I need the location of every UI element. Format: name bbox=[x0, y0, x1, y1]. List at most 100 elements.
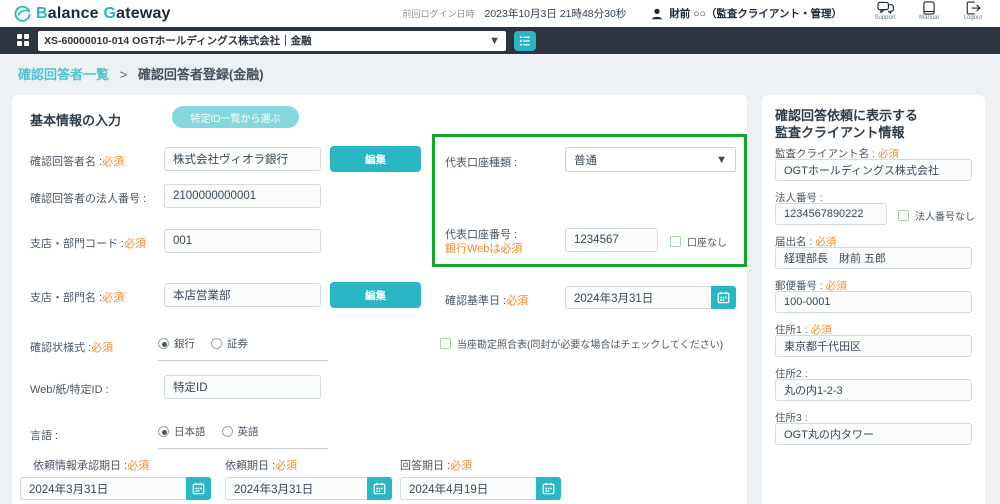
radio-icon bbox=[158, 338, 169, 349]
no-account-checkbox-label: 口座なし bbox=[687, 234, 727, 249]
request-due-label: 依頼期日 :必須 bbox=[225, 457, 297, 473]
account-number-note: 銀行Webは必須 bbox=[445, 240, 522, 256]
web-paper-id-input[interactable] bbox=[164, 375, 321, 399]
breadcrumb-separator: > bbox=[120, 67, 128, 82]
language-radio-group: 日本語 英語 bbox=[158, 424, 328, 449]
branch-code-label: 支店・部門コード :必須 bbox=[30, 235, 146, 251]
radio-option-bank[interactable]: 銀行 bbox=[158, 336, 195, 351]
answer-due-calendar-button[interactable] bbox=[536, 477, 561, 500]
checking-statement-checkbox[interactable] bbox=[440, 338, 451, 349]
chevron-down-icon: ▼ bbox=[716, 154, 727, 166]
address2-input[interactable] bbox=[775, 379, 972, 401]
no-corporate-number-checkbox-label: 法人番号なし bbox=[915, 208, 975, 223]
chevron-down-icon: ▼ bbox=[489, 35, 500, 47]
address3-input[interactable] bbox=[775, 423, 972, 445]
last-login-value: 2023年10月3日 21時48分30秒 bbox=[484, 6, 626, 21]
calendar-icon bbox=[542, 482, 555, 495]
support-label: Support bbox=[874, 15, 895, 21]
approval-due-calendar-button[interactable] bbox=[186, 477, 211, 500]
respondent-name-label: 確認回答者名 :必須 bbox=[30, 153, 124, 169]
postal-code-input[interactable] bbox=[775, 291, 972, 313]
request-due-group: 2024年3月31日 bbox=[225, 477, 392, 500]
current-user: 財前 ○○（監査クライアント・管理） bbox=[650, 6, 842, 21]
account-type-select[interactable]: 普通 ▼ bbox=[565, 147, 736, 172]
engagement-bar: XS-60000010-014 OGTホールディングス株式会社｜金融 ▼ bbox=[0, 27, 1000, 54]
web-paper-id-label: Web/紙/特定ID : bbox=[30, 381, 109, 397]
account-type-label: 代表口座種類 : bbox=[445, 154, 517, 170]
calendar-icon bbox=[717, 291, 730, 304]
engagement-select[interactable]: XS-60000010-014 OGTホールディングス株式会社｜金融 ▼ bbox=[38, 31, 506, 51]
branch-name-label: 支店・部門名 :必須 bbox=[30, 289, 124, 305]
branch-name-input[interactable] bbox=[164, 283, 321, 307]
no-account-checkbox[interactable] bbox=[670, 236, 681, 247]
apps-grid-icon[interactable] bbox=[17, 34, 30, 47]
respondent-corporate-number-input[interactable] bbox=[164, 184, 321, 208]
radio-icon bbox=[211, 338, 222, 349]
base-date-group: 2024年3月31日 bbox=[565, 286, 736, 309]
pick-specific-id-button[interactable]: 特定ID一覧から選ぶ bbox=[172, 106, 299, 128]
logout-icon bbox=[966, 1, 981, 15]
radio-option-english[interactable]: 英語 bbox=[222, 424, 259, 439]
brand: Balance Gateway bbox=[14, 5, 171, 23]
calendar-icon bbox=[373, 482, 386, 495]
last-login-label: 前回ログイン日時 bbox=[402, 7, 474, 20]
no-corporate-number-checkbox[interactable] bbox=[898, 210, 909, 221]
manual-button[interactable]: Manual bbox=[912, 1, 946, 27]
radio-option-japanese[interactable]: 日本語 bbox=[158, 424, 206, 439]
request-due-input[interactable]: 2024年3月31日 bbox=[225, 477, 367, 500]
list-icon bbox=[519, 35, 531, 47]
address1-input[interactable] bbox=[775, 335, 972, 357]
engagement-selected-value: XS-60000010-014 OGTホールディングス株式会社｜金融 bbox=[44, 33, 489, 48]
logout-button[interactable]: Logout bbox=[956, 1, 990, 27]
support-button[interactable]: Support bbox=[868, 1, 902, 27]
base-date-input[interactable]: 2024年3月31日 bbox=[565, 286, 711, 309]
breadcrumb-current: 確認回答者登録(金融) bbox=[138, 67, 264, 82]
respondent-name-edit-button[interactable]: 編集 bbox=[330, 146, 421, 172]
radio-option-securities[interactable]: 証券 bbox=[211, 336, 248, 351]
sidebar-title-line2: 監査クライアント情報 bbox=[775, 122, 904, 141]
branch-code-input[interactable] bbox=[164, 229, 321, 253]
support-icon bbox=[877, 1, 894, 15]
manual-label: Manual bbox=[919, 15, 939, 21]
branch-name-edit-button[interactable]: 編集 bbox=[330, 282, 421, 308]
breadcrumb-respondent-list-link[interactable]: 確認回答者一覧 bbox=[18, 67, 109, 82]
respondent-corporate-number-label: 確認回答者の法人番号 : bbox=[30, 190, 146, 206]
base-date-calendar-button[interactable] bbox=[711, 286, 736, 309]
confirmation-form-label: 確認状様式 :必須 bbox=[30, 339, 113, 355]
section-title: 基本情報の入力 bbox=[30, 110, 121, 129]
answer-due-label: 回答期日 :必須 bbox=[400, 457, 472, 473]
client-corporate-number-input[interactable] bbox=[775, 203, 887, 225]
brand-logo-icon bbox=[14, 5, 31, 22]
account-type-value: 普通 bbox=[574, 152, 716, 168]
radio-icon bbox=[158, 426, 169, 437]
submitted-name-input[interactable] bbox=[775, 247, 972, 269]
account-number-input[interactable] bbox=[565, 228, 658, 252]
approval-due-group: 2024年3月31日 bbox=[20, 477, 211, 500]
respondent-name-input[interactable] bbox=[164, 147, 321, 171]
header-right: 前回ログイン日時 2023年10月3日 21時48分30秒 財前 ○○（監査クラ… bbox=[402, 0, 990, 27]
top-header: Balance Gateway 前回ログイン日時 2023年10月3日 21時4… bbox=[0, 0, 1000, 27]
approval-due-input[interactable]: 2024年3月31日 bbox=[20, 477, 186, 500]
request-due-calendar-button[interactable] bbox=[367, 477, 392, 500]
engagement-list-button[interactable] bbox=[514, 31, 536, 51]
audit-client-panel: 確認回答依頼に表示する 監査クライアント情報 監査クライアント名 : 必須 法人… bbox=[762, 95, 985, 504]
brand-name: Balance Gateway bbox=[36, 5, 171, 23]
no-corporate-number-checkbox-row: 法人番号なし bbox=[898, 208, 975, 223]
radio-icon bbox=[222, 426, 233, 437]
base-date-label: 確認基準日 :必須 bbox=[445, 292, 528, 308]
answer-due-group: 2024年4月19日 bbox=[400, 477, 561, 500]
basic-info-panel: 基本情報の入力 特定ID一覧から選ぶ 確認回答者名 :必須 編集 確認回答者の法… bbox=[12, 95, 747, 504]
answer-due-input[interactable]: 2024年4月19日 bbox=[400, 477, 536, 500]
user-name: 財前 ○○（監査クライアント・管理） bbox=[669, 6, 842, 21]
checking-statement-checkbox-label: 当座勘定照合表(同封が必要な場合はチェックしてください) bbox=[457, 336, 723, 351]
language-label: 言語 : bbox=[30, 427, 58, 443]
checking-statement-checkbox-row: 当座勘定照合表(同封が必要な場合はチェックしてください) bbox=[440, 336, 723, 351]
manual-icon bbox=[922, 1, 936, 15]
confirmation-form-radio-group: 銀行 証券 bbox=[158, 336, 328, 361]
no-account-checkbox-row: 口座なし bbox=[670, 234, 727, 249]
logout-label: Logout bbox=[964, 15, 982, 21]
breadcrumb: 確認回答者一覧 > 確認回答者登録(金融) bbox=[18, 64, 264, 83]
client-name-input[interactable] bbox=[775, 159, 972, 181]
approval-due-label: 依頼情報承認期日 :必須 bbox=[33, 457, 149, 473]
page: Balance Gateway 前回ログイン日時 2023年10月3日 21時4… bbox=[0, 0, 1000, 504]
